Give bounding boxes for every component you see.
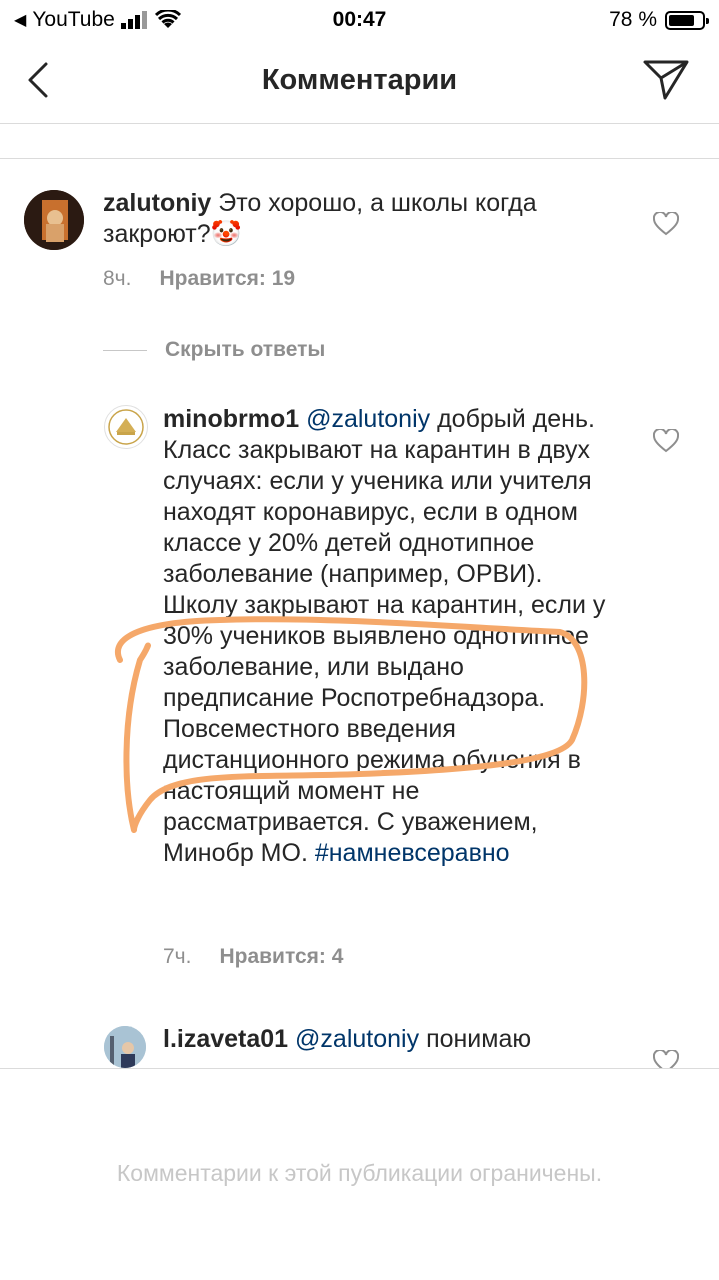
like-heart-icon[interactable]	[653, 212, 679, 236]
clown-emoji: 🤡	[210, 220, 242, 248]
avatar-photo	[104, 1026, 146, 1068]
navigation-header: Комментарии	[0, 40, 719, 124]
avatar[interactable]	[104, 405, 148, 449]
reply-text: minobrmo1 @zalutoniy добрый день. Класс …	[163, 404, 613, 869]
direct-send-icon[interactable]	[641, 56, 691, 102]
comment-time: 8ч.	[103, 267, 132, 290]
reply-mention[interactable]: @zalutoniy	[295, 1025, 419, 1053]
reply-hashtag[interactable]: #намневсеравно	[315, 839, 510, 867]
page-title: Комментарии	[261, 64, 458, 96]
battery-percent: 78 %	[609, 8, 657, 31]
reply-body: понимаю	[426, 1025, 532, 1053]
divider	[0, 158, 719, 159]
reply-username[interactable]: minobrmo1	[163, 405, 299, 433]
avatar[interactable]	[24, 190, 84, 250]
battery-icon	[665, 10, 709, 30]
like-heart-icon[interactable]	[653, 1050, 679, 1068]
reply-likes[interactable]: Нравится: 4	[219, 945, 343, 969]
reply-text: l.izaveta01 @zalutoniy понимаю	[163, 1024, 633, 1064]
comments-restricted-notice: Комментарии к этой публикации ограничены…	[116, 1160, 603, 1186]
ministry-logo	[108, 409, 144, 445]
comment-meta: 8ч. Нравится: 19	[103, 267, 295, 291]
status-right: 78 %	[609, 8, 709, 32]
like-heart-icon[interactable]	[653, 429, 679, 453]
replies-line	[103, 349, 147, 351]
comment-text: zalutoniy Это хорошо, а школы когда закр…	[103, 188, 623, 250]
reply-username[interactable]: l.izaveta01	[163, 1025, 288, 1053]
avatar-photo	[24, 190, 84, 250]
hide-replies-label[interactable]: Скрыть ответы	[165, 338, 325, 362]
reply-meta: 7ч. Нравится: 4	[163, 945, 343, 969]
reply-time: 7ч.	[163, 945, 192, 968]
hide-replies-button[interactable]: Скрыть ответы	[103, 338, 325, 362]
comment-username[interactable]: zalutoniy	[103, 189, 211, 217]
reply-mention[interactable]: @zalutoniy	[306, 405, 430, 433]
comment-likes[interactable]: Нравится: 19	[159, 267, 295, 291]
reply-body: добрый день. Класс закрывают на карантин…	[163, 405, 606, 867]
avatar[interactable]	[104, 1026, 146, 1068]
status-bar: ◀ YouTube 00:47 78 %	[0, 0, 719, 40]
